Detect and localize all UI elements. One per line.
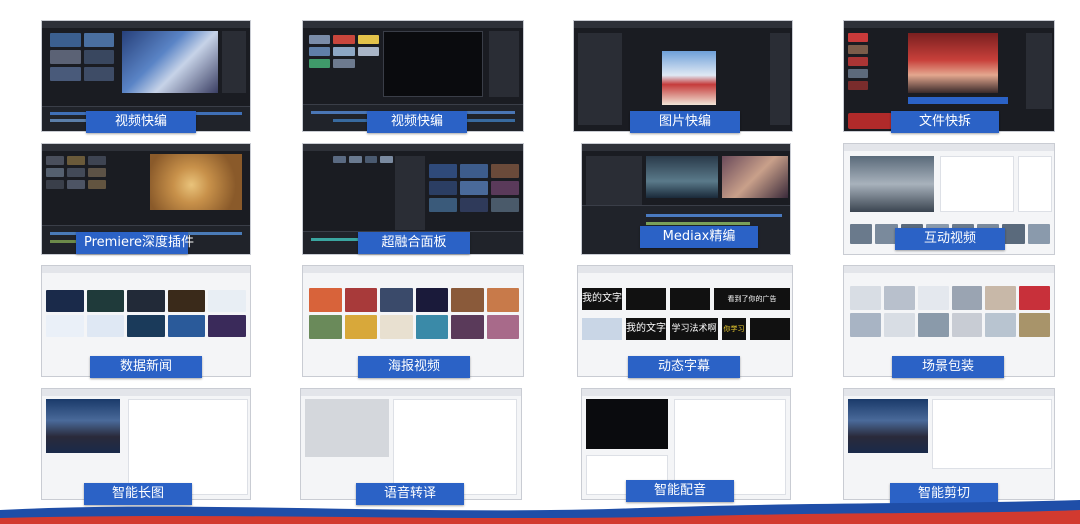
properties-panel: [770, 33, 790, 125]
clip-grid: [429, 164, 519, 212]
settings-panel: [1018, 156, 1052, 212]
window-titlebar: [844, 389, 1054, 396]
media-grid: [333, 156, 393, 163]
text-editor: [932, 399, 1052, 469]
window-titlebar: [42, 21, 250, 28]
tool-sidebar: [578, 33, 622, 125]
label-dynamic-subtitles: 动态字幕: [628, 356, 740, 378]
label-file-splitter: 文件快拆: [891, 111, 999, 133]
subtitle-card-5[interactable]: [582, 318, 622, 340]
label-premiere-plugin: Premiere深度插件: [76, 232, 194, 254]
label-video-editor-2: 视频快编: [367, 111, 467, 133]
subtitle-card-9[interactable]: [750, 318, 790, 340]
window-titlebar: [578, 266, 792, 273]
scene-grid: [850, 286, 1050, 337]
window-titlebar: [574, 21, 792, 28]
properties-panel: [1026, 33, 1052, 109]
window-titlebar: [301, 389, 521, 396]
poster-grid: [309, 288, 519, 339]
news-anchor-video: [46, 399, 120, 453]
subtitle-card-2[interactable]: [626, 288, 666, 310]
file-tree: [395, 156, 425, 230]
window-titlebar: [303, 144, 523, 151]
program-monitor: [150, 154, 242, 210]
template-grid: [46, 290, 246, 337]
preview-monitor: [122, 31, 218, 93]
label-image-editor: 图片快编: [630, 111, 740, 133]
interaction-canvas: [940, 156, 1014, 212]
bottom-wave-decoration: [0, 500, 1080, 524]
window-titlebar: [42, 389, 250, 396]
label-fine-editor: Mediax精编: [640, 226, 758, 248]
label-scene-packaging: 场景包装: [892, 356, 1004, 378]
properties-panel: [489, 31, 519, 97]
news-anchor-video: [848, 399, 928, 453]
record-buttons[interactable]: [848, 113, 892, 129]
split-action-bar[interactable]: [908, 97, 1008, 104]
video-player: [850, 156, 934, 212]
properties-panel: [222, 31, 246, 93]
program-monitor: [722, 156, 788, 198]
asset-thumbnail-grid: [50, 33, 114, 81]
transcript-list: [393, 399, 517, 495]
project-bin: [46, 156, 106, 189]
window-titlebar: [303, 266, 523, 273]
window-titlebar: [303, 21, 523, 28]
subtitle-card-1[interactable]: 我的文字: [582, 288, 622, 310]
asset-thumbnail-list: [848, 33, 868, 90]
window-titlebar: [582, 144, 790, 151]
window-titlebar: [42, 266, 250, 273]
video-player: [586, 399, 668, 449]
subtitle-card-3[interactable]: [670, 288, 710, 310]
label-data-news: 数据新闻: [90, 356, 202, 378]
subtitle-card-7[interactable]: 学习法术啊: [670, 318, 718, 340]
audio-player: [305, 399, 389, 457]
source-monitor: [646, 156, 718, 198]
window-titlebar: [844, 21, 1054, 28]
subtitle-card-6[interactable]: 我的文字: [626, 318, 666, 340]
window-titlebar: [42, 144, 250, 151]
window-titlebar: [844, 266, 1054, 273]
subtitle-card-8[interactable]: 你学习: [722, 318, 746, 340]
window-titlebar: [582, 389, 790, 396]
transcript-list: [128, 399, 248, 495]
label-poster-video: 海报视频: [358, 356, 470, 378]
subtitle-card-4[interactable]: 看到了你的广告: [714, 288, 790, 310]
asset-thumbnail-grid: [309, 35, 379, 68]
image-canvas: [662, 51, 716, 105]
label-interactive-video: 互动视频: [895, 228, 1005, 250]
label-media-panel: 超融合面板: [358, 232, 470, 254]
window-titlebar: [844, 144, 1054, 151]
label-video-editor-1: 视频快编: [86, 111, 196, 133]
preview-monitor: [383, 31, 483, 97]
preview-monitor: [908, 33, 998, 93]
